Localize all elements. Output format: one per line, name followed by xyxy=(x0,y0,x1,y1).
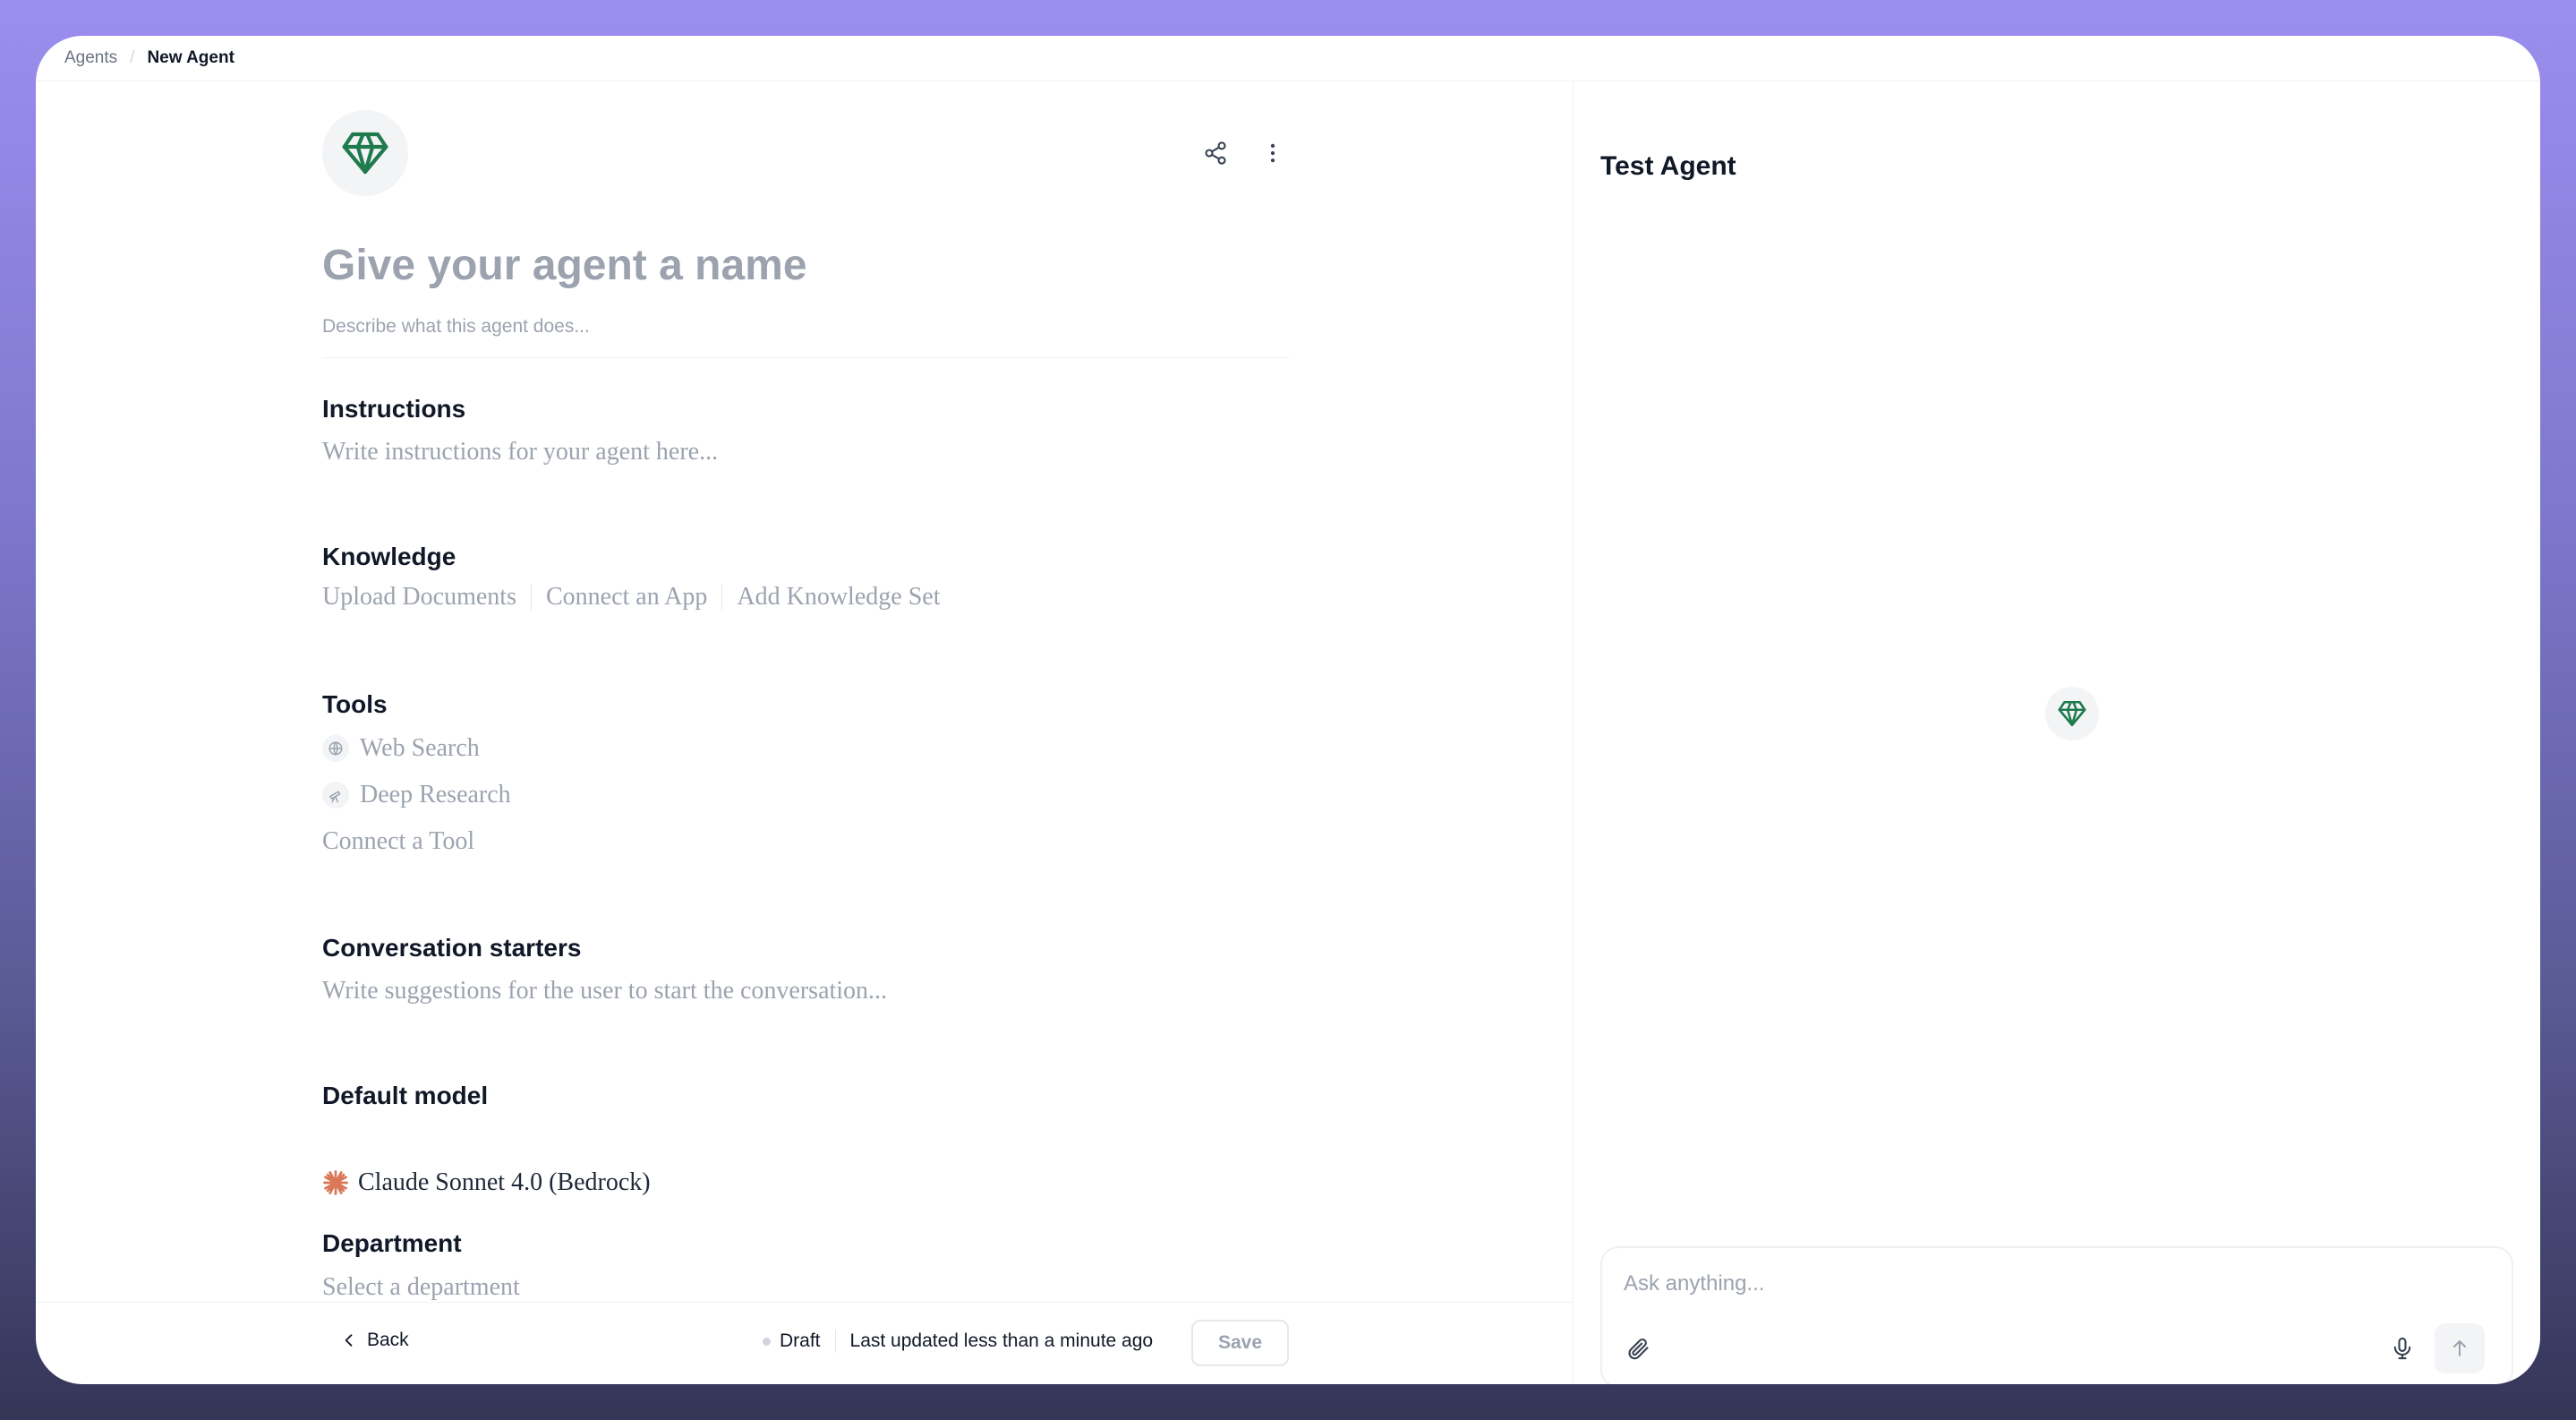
agent-description-input[interactable]: Describe what this agent does... xyxy=(322,316,590,338)
chat-input[interactable]: Ask anything... xyxy=(1624,1271,1764,1296)
test-agent-panel: Test Agent Ask anything... xyxy=(1574,81,2540,1384)
more-options-button[interactable] xyxy=(1257,137,1289,169)
claude-icon xyxy=(323,1170,348,1195)
back-button[interactable]: Back xyxy=(340,1330,409,1351)
add-knowledge-set-button[interactable]: Add Knowledge Set xyxy=(737,583,940,612)
chevron-left-icon xyxy=(345,1334,353,1347)
test-agent-avatar xyxy=(2045,687,2099,740)
conversation-starters-title: Conversation starters xyxy=(322,934,582,962)
status-badge: Draft xyxy=(780,1330,821,1351)
connect-tool-button[interactable]: Connect a Tool xyxy=(322,827,474,856)
app-window: Agents / New Agent Give your agent a nam… xyxy=(36,36,2540,1384)
instructions-title: Instructions xyxy=(322,395,466,423)
default-model-value: Claude Sonnet 4.0 (Bedrock) xyxy=(358,1168,651,1196)
default-model-selector[interactable]: Claude Sonnet 4.0 (Bedrock) xyxy=(322,1168,651,1197)
save-button[interactable]: Save xyxy=(1191,1320,1289,1366)
gem-icon xyxy=(342,132,388,175)
tools-title: Tools xyxy=(322,690,388,718)
gem-icon xyxy=(2058,700,2086,727)
tool-deep-research[interactable]: Deep Research xyxy=(322,781,511,809)
agent-status: Draft Last updated less than a minute ag… xyxy=(763,1330,1153,1353)
breadcrumb-current: New Agent xyxy=(147,48,235,67)
microphone-button[interactable] xyxy=(2384,1330,2420,1366)
back-label: Back xyxy=(367,1330,409,1350)
share-icon xyxy=(1205,141,1226,165)
telescope-icon xyxy=(322,782,349,808)
status-dot xyxy=(763,1337,771,1346)
chat-composer: Ask anything... xyxy=(1600,1246,2513,1384)
conversation-starters-input[interactable]: Write suggestions for the user to start … xyxy=(322,977,887,1005)
department-title: Department xyxy=(322,1229,462,1257)
send-button[interactable] xyxy=(2435,1323,2485,1373)
agent-editor-panel: Give your agent a name Describe what thi… xyxy=(36,81,1574,1384)
tool-web-search[interactable]: Web Search xyxy=(322,734,480,763)
header-actions xyxy=(1199,137,1289,169)
status-divider xyxy=(834,1330,836,1353)
tool-label: Web Search xyxy=(360,734,480,762)
attach-button[interactable] xyxy=(1620,1330,1656,1366)
connect-app-button[interactable]: Connect an App xyxy=(546,583,707,612)
share-button[interactable] xyxy=(1199,137,1232,169)
tool-label: Deep Research xyxy=(360,781,511,808)
upload-documents-button[interactable]: Upload Documents xyxy=(322,583,516,612)
arrow-up-icon xyxy=(2453,1340,2466,1356)
breadcrumb-agents-link[interactable]: Agents xyxy=(64,48,117,68)
globe-icon xyxy=(322,735,349,762)
knowledge-divider xyxy=(530,584,532,611)
default-model-title: Default model xyxy=(322,1082,489,1109)
microphone-icon xyxy=(2393,1337,2411,1360)
breadcrumb-separator: / xyxy=(130,48,135,67)
breadcrumb: Agents / New Agent xyxy=(36,36,2540,81)
knowledge-actions: Upload Documents Connect an App Add Know… xyxy=(322,583,940,612)
instructions-input[interactable]: Write instructions for your agent here..… xyxy=(322,438,718,466)
header-divider xyxy=(322,357,1289,358)
agent-name-input[interactable]: Give your agent a name xyxy=(322,241,807,290)
knowledge-divider xyxy=(721,584,723,611)
more-vertical-icon xyxy=(1270,143,1275,163)
knowledge-title: Knowledge xyxy=(322,543,456,570)
paperclip-icon xyxy=(1628,1338,1649,1360)
editor-footer: Back Draft Last updated less than a minu… xyxy=(36,1302,1573,1384)
last-updated-text: Last updated less than a minute ago xyxy=(849,1330,1154,1351)
agent-avatar[interactable] xyxy=(322,110,408,196)
department-select[interactable]: Select a department xyxy=(322,1273,520,1302)
test-agent-title: Test Agent xyxy=(1600,151,1736,181)
